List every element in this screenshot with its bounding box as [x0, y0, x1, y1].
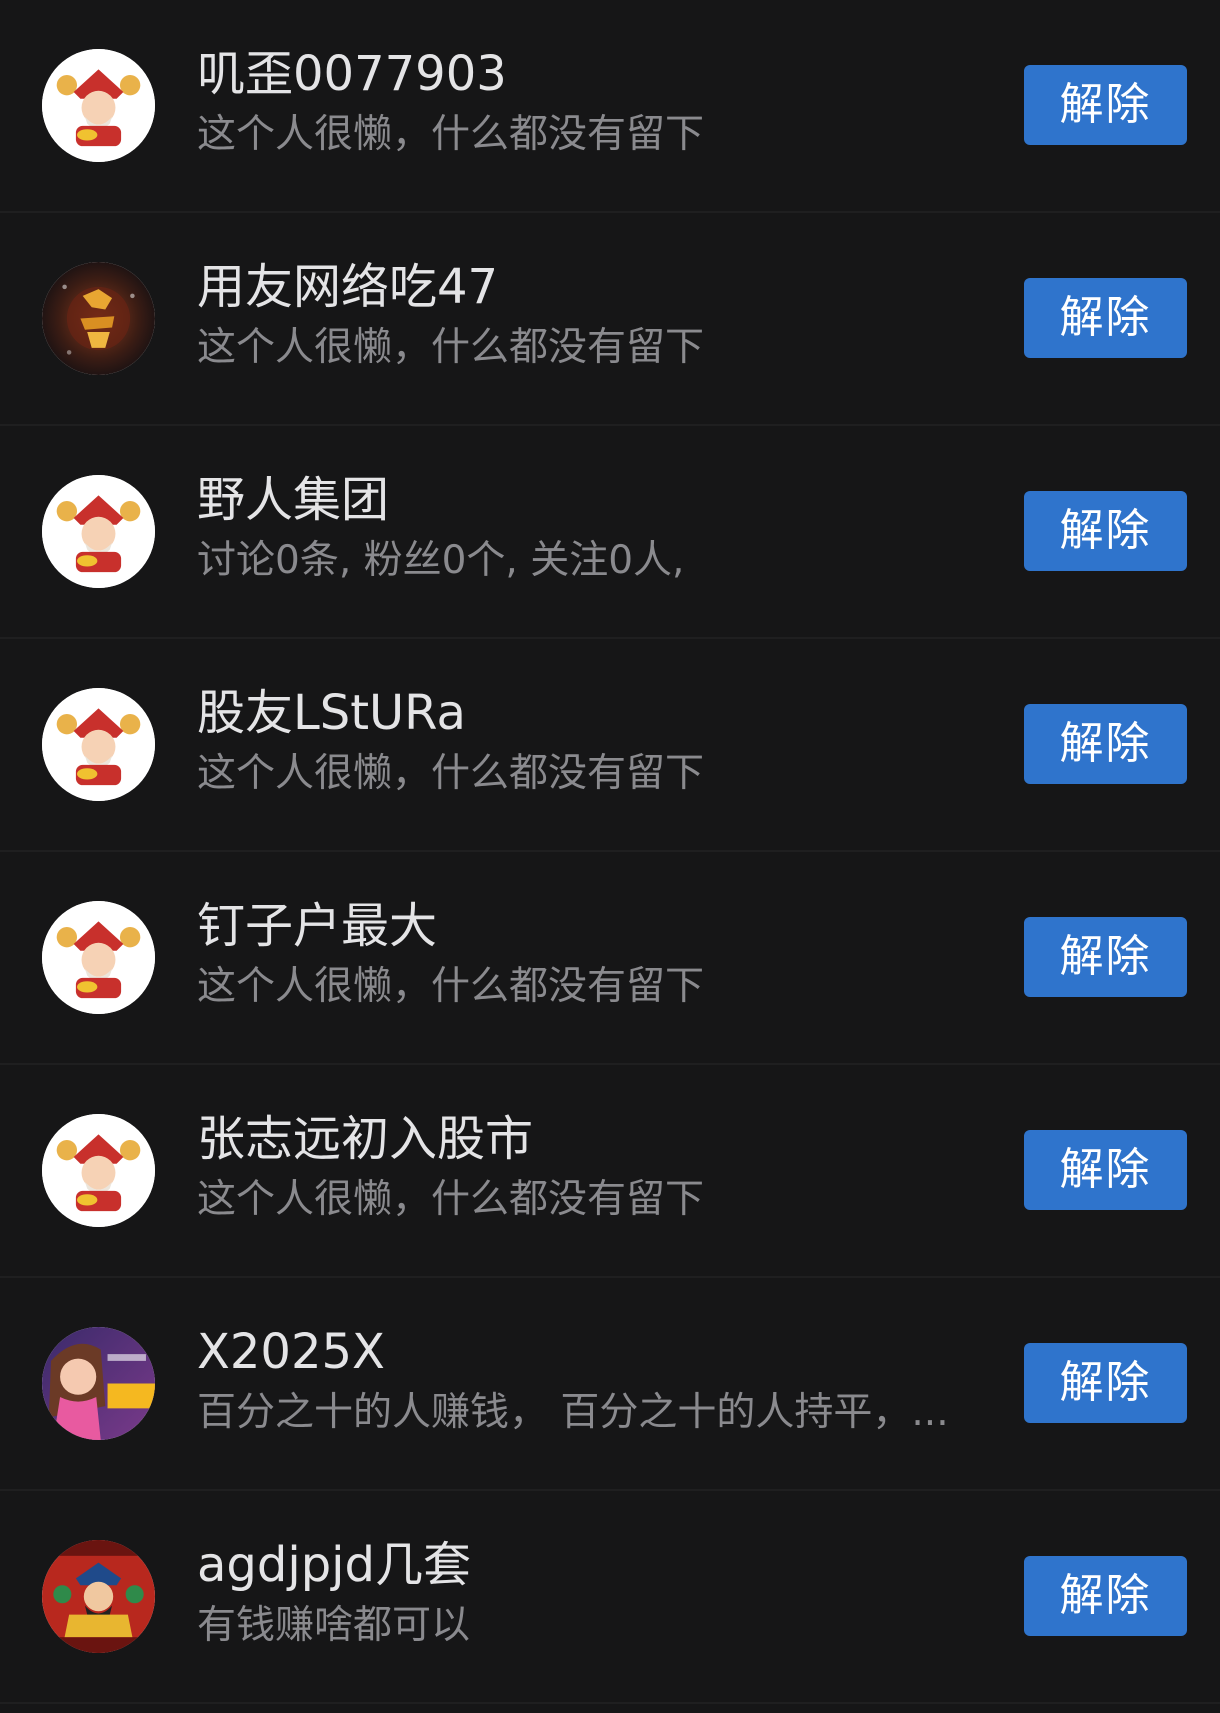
user-name: 钉子户最大: [197, 898, 438, 954]
user-description: 百分之十的人赚钱， 百分之十的人持平，...: [197, 1390, 949, 1435]
unblock-button[interactable]: 解除: [1024, 1343, 1187, 1423]
user-name: 野人集团: [197, 472, 390, 528]
unblock-button[interactable]: 解除: [1024, 65, 1187, 145]
game-girl-avatar-icon[interactable]: [42, 1327, 155, 1440]
user-name: 用友网络吃47: [197, 259, 499, 315]
caishen-avatar-icon[interactable]: [42, 475, 155, 588]
list-item: 钉子户最大 这个人很懒，什么都没有留下 解除: [0, 852, 1220, 1065]
list-item: 股友LStURa 这个人很懒，什么都没有留下 解除: [0, 639, 1220, 852]
list-item: agdjpjd几套 有钱赚啥都可以 解除: [0, 1491, 1220, 1704]
unblock-button[interactable]: 解除: [1024, 917, 1187, 997]
list-item: 张志远初入股市 这个人很懒，什么都没有留下 解除: [0, 1065, 1220, 1278]
caishen-avatar-icon[interactable]: [42, 901, 155, 1014]
user-description: 讨论0条, 粉丝0个, 关注0人,: [197, 538, 685, 583]
user-name: 叽歪0077903: [197, 46, 507, 102]
unblock-button[interactable]: 解除: [1024, 1130, 1187, 1210]
user-description: 这个人很懒，什么都没有留下: [197, 964, 705, 1009]
user-name: agdjpjd几套: [197, 1537, 471, 1593]
user-description: 这个人很懒，什么都没有留下: [197, 112, 705, 157]
caishen-avatar-icon[interactable]: [42, 49, 155, 162]
caishen-avatar-icon[interactable]: [42, 688, 155, 801]
unblock-button[interactable]: 解除: [1024, 491, 1187, 571]
unblock-button[interactable]: 解除: [1024, 704, 1187, 784]
unblock-button[interactable]: 解除: [1024, 1556, 1187, 1636]
user-description: 有钱赚啥都可以: [197, 1603, 471, 1648]
user-name: 张志远初入股市: [197, 1111, 534, 1167]
caishen-avatar-icon[interactable]: [42, 1114, 155, 1227]
list-item: 叽歪0077903 这个人很懒，什么都没有留下 解除: [0, 0, 1220, 213]
user-name: 股友LStURa: [197, 685, 466, 741]
list-item: 用友网络吃47 这个人很懒，什么都没有留下 解除: [0, 213, 1220, 426]
user-name: X2025X: [197, 1324, 385, 1380]
fortune-god-avatar-icon[interactable]: [42, 1540, 155, 1653]
zhaocai-avatar-icon[interactable]: [42, 262, 155, 375]
user-description: 这个人很懒，什么都没有留下: [197, 751, 705, 796]
unblock-button[interactable]: 解除: [1024, 278, 1187, 358]
user-description: 这个人很懒，什么都没有留下: [197, 1177, 705, 1222]
blocked-users-list: 叽歪0077903 这个人很懒，什么都没有留下 解除 用友网络吃47 这个人很懒…: [0, 0, 1220, 1704]
list-item: 野人集团 讨论0条, 粉丝0个, 关注0人, 解除: [0, 426, 1220, 639]
list-item: X2025X 百分之十的人赚钱， 百分之十的人持平，... 解除: [0, 1278, 1220, 1491]
user-description: 这个人很懒，什么都没有留下: [197, 325, 705, 370]
